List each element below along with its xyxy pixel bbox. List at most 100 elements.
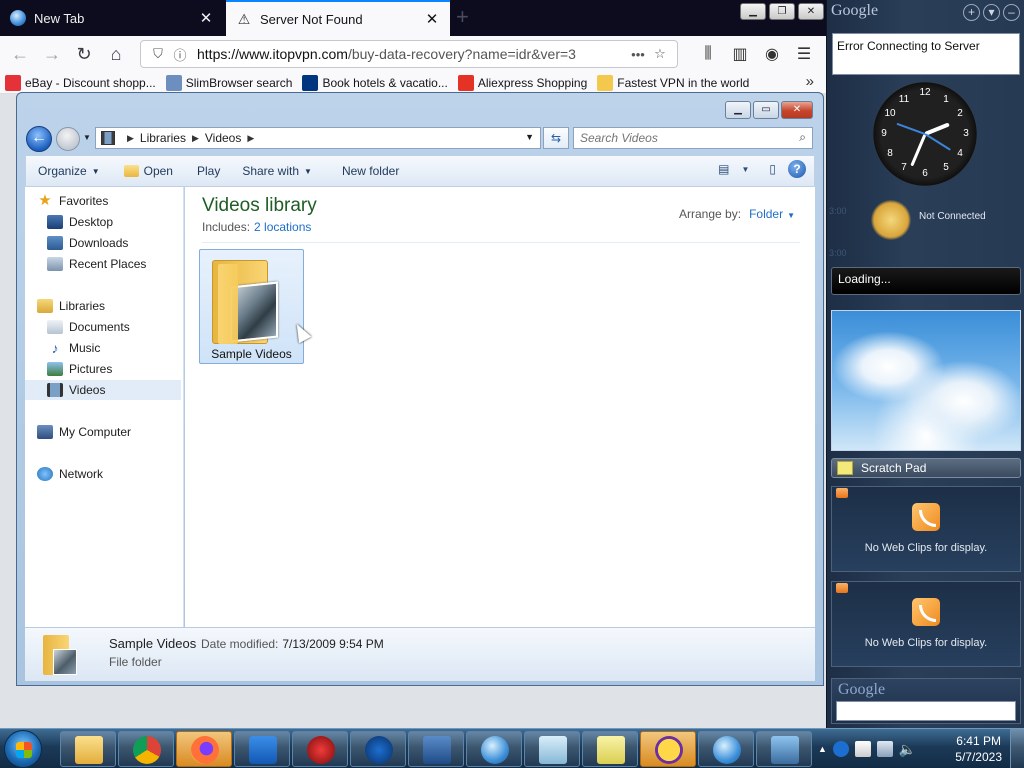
more-bookmarks-chevron-icon[interactable]: » [806, 73, 814, 90]
recent-pages-chevron-icon[interactable]: ▼ [83, 133, 91, 142]
google-search-input[interactable] [836, 701, 1016, 721]
rss-small-icon[interactable] [836, 583, 848, 593]
bookmark-booking[interactable]: Book hotels & vacatio... [297, 74, 452, 91]
rss-small-icon[interactable] [836, 488, 848, 498]
nav-music[interactable]: ♪ Music [47, 338, 203, 358]
taskbar-notepad[interactable] [524, 731, 580, 767]
play-button[interactable]: Play [189, 159, 228, 183]
taskbar-globe-2[interactable] [698, 731, 754, 767]
search-input[interactable] [574, 128, 779, 148]
restore-button[interactable]: ❐ [769, 3, 795, 20]
account-icon[interactable]: ◉ [758, 40, 786, 68]
bookmark-slimbrowser[interactable]: SlimBrowser search [161, 74, 298, 91]
preview-pane-icon[interactable]: ▯ [769, 162, 776, 176]
taskbar-sticky-notes[interactable] [582, 731, 638, 767]
view-options-chevron-icon[interactable]: ▼ [741, 165, 749, 174]
breadcrumb-libraries[interactable]: Libraries [140, 131, 186, 145]
taskbar-pictures[interactable] [756, 731, 812, 767]
nav-recent-places[interactable]: Recent Places [47, 254, 203, 274]
minimize-button[interactable]: ▁ [740, 3, 766, 20]
add-gadget-icon[interactable]: + [963, 4, 980, 21]
info-icon[interactable]: ⓘ [169, 45, 191, 64]
nav-my-computer[interactable]: My Computer [37, 422, 193, 442]
close-tab-icon[interactable]: ✕ [198, 9, 214, 27]
refresh-icon[interactable]: ⇆ [543, 127, 569, 149]
url-bar[interactable]: ⛉ ⓘ https://www.itopvpn.com/buy-data-rec… [140, 40, 678, 68]
taskbar-ccleaner[interactable] [350, 731, 406, 767]
new-tab-plus-icon[interactable]: + [456, 4, 469, 30]
photo-gadget[interactable] [831, 310, 1021, 451]
sidebar-minimize-icon[interactable]: – [1003, 4, 1020, 21]
help-icon[interactable]: ? [788, 160, 806, 178]
back-button[interactable]: ← [26, 126, 52, 152]
arrange-by-dropdown[interactable]: Folder ▼ [749, 207, 795, 221]
explorer-maximize-button[interactable]: ▭ [753, 101, 779, 119]
nav-downloads[interactable]: Downloads [47, 233, 203, 253]
taskbar-screen-tool[interactable] [408, 731, 464, 767]
breadcrumb-arrow-icon[interactable]: ▶ [127, 133, 134, 144]
address-bar[interactable]: ▶ Libraries ▶ Videos ▶ ▼ [95, 127, 541, 149]
taskbar-globe[interactable] [466, 731, 522, 767]
show-hidden-icons-chevron-icon[interactable]: ▲ [818, 744, 827, 754]
search-icon[interactable]: ⌕ [799, 130, 806, 145]
search-box: ⌕ [573, 127, 813, 149]
forward-button[interactable] [56, 127, 80, 151]
taskbar-chrome[interactable] [118, 731, 174, 767]
change-view-icon[interactable]: ▤ [718, 162, 729, 176]
nav-pictures[interactable]: Pictures [47, 359, 203, 379]
organize-button[interactable]: Organize ▼ [26, 159, 108, 183]
folder-item-sample-videos[interactable]: Sample Videos [199, 249, 312, 364]
show-desktop-button[interactable] [1010, 729, 1024, 768]
sidebar-menu-icon[interactable]: ▾ [983, 4, 1000, 21]
network-tray-icon[interactable] [876, 741, 893, 757]
scratch-pad-header[interactable]: Scratch Pad [831, 458, 1021, 478]
close-window-button[interactable]: ✕ [798, 3, 824, 20]
bookmark-vpn[interactable]: Fastest VPN in the world [592, 74, 754, 91]
action-center-flag-icon[interactable] [854, 741, 871, 757]
shield-icon[interactable]: ⛉ [147, 46, 169, 62]
new-folder-button[interactable]: New folder [334, 159, 407, 183]
address-dropdown-chevron-icon[interactable]: ▼ [525, 132, 534, 142]
tab-server-not-found[interactable]: ⚠ Server Not Found ✕ [226, 0, 450, 36]
back-arrow-icon[interactable]: ← [4, 39, 36, 69]
breadcrumb-arrow-icon[interactable]: ▶ [192, 133, 199, 144]
nav-network[interactable]: Network [37, 464, 193, 484]
taskbar-explorer[interactable] [60, 731, 116, 767]
bookmark-star-icon[interactable]: ☆ [649, 46, 671, 62]
start-button[interactable] [4, 730, 42, 768]
library-icon[interactable]: ⫼ [694, 40, 722, 68]
taskbar-clock[interactable]: 6:41 PM 5/7/2023 [955, 733, 1002, 765]
bookmark-aliexpress[interactable]: Aliexpress Shopping [453, 74, 592, 91]
home-icon[interactable]: ⌂ [100, 39, 132, 69]
close-tab-icon[interactable]: ✕ [424, 10, 440, 28]
explorer-close-button[interactable]: ✕ [781, 101, 813, 119]
taskbar-firefox[interactable] [176, 731, 232, 767]
breadcrumb-videos[interactable]: Videos [205, 131, 241, 145]
menu-hamburger-icon[interactable]: ☰ [790, 40, 818, 68]
taskbar-app-red[interactable] [292, 731, 348, 767]
reload-icon[interactable]: ↻ [68, 39, 100, 69]
nav-documents[interactable]: Documents [47, 317, 203, 337]
browser-navigation-bar: ← → ↻ ⌂ ⛉ ⓘ https://www.itopvpn.com/buy-… [0, 36, 826, 72]
taskbar-app-a[interactable] [234, 731, 290, 767]
open-button[interactable]: Open [116, 159, 181, 183]
volume-speaker-icon[interactable]: 🔈 [899, 741, 916, 757]
share-with-button[interactable]: Share with ▼ [234, 159, 320, 183]
taskbar-yahoo[interactable] [640, 731, 696, 767]
forward-arrow-icon[interactable]: → [36, 39, 68, 69]
explorer-minimize-button[interactable]: ▁ [725, 101, 751, 119]
nav-favorites[interactable]: ★ Favorites [37, 191, 193, 211]
ccleaner-icon [365, 736, 393, 764]
breadcrumb-arrow-icon[interactable]: ▶ [247, 133, 254, 144]
ccleaner-tray-icon[interactable] [832, 741, 849, 757]
bookmark-ebay[interactable]: eBay - Discount shopp... [0, 74, 161, 91]
tab-new-tab[interactable]: New Tab ✕ [0, 0, 224, 36]
nav-videos[interactable]: Videos [25, 380, 181, 400]
page-actions-icon[interactable]: ••• [627, 47, 649, 62]
nav-desktop[interactable]: Desktop [47, 212, 203, 232]
url-text[interactable]: https://www.itopvpn.com/buy-data-recover… [191, 46, 627, 62]
nav-libraries[interactable]: Libraries [37, 296, 193, 316]
sidebar-icon[interactable]: ▥ [726, 40, 754, 68]
locations-link[interactable]: 2 locations [254, 220, 311, 234]
chrome-icon [133, 736, 161, 764]
